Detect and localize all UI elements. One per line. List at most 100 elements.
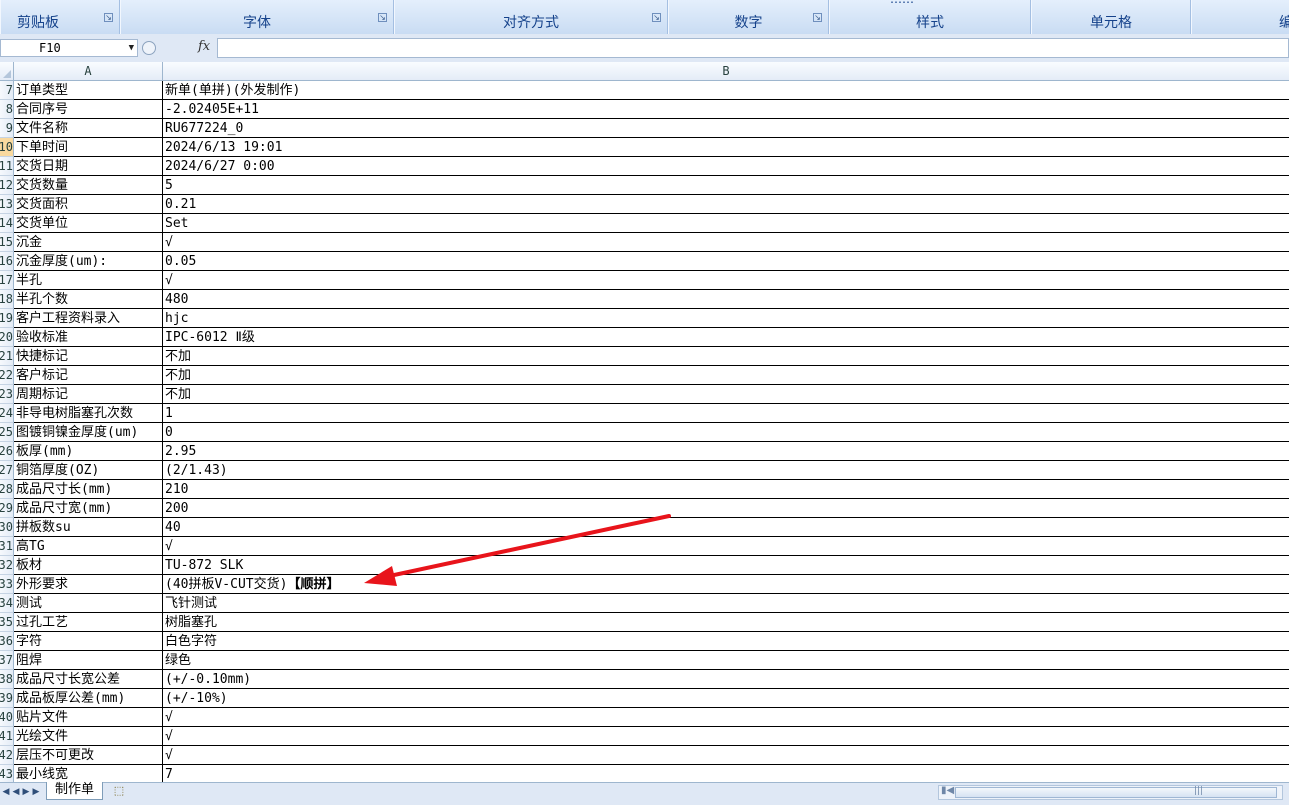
cell-b[interactable]: √ xyxy=(163,708,1289,727)
dialog-launcher-icon[interactable]: ↘ xyxy=(104,13,113,22)
cell-a[interactable]: 交货单位 xyxy=(14,214,163,233)
cell-b[interactable]: √ xyxy=(163,727,1289,746)
cancel-enter-icon[interactable] xyxy=(142,41,156,55)
name-box[interactable]: F10 ▼ xyxy=(0,39,138,57)
cell-b[interactable]: 5 xyxy=(163,176,1289,195)
row-header[interactable]: 36 xyxy=(0,632,14,651)
cell-a[interactable]: 高TG xyxy=(14,537,163,556)
row-header[interactable]: 11 xyxy=(0,157,14,176)
cell-a[interactable]: 非导电树脂塞孔次数 xyxy=(14,404,163,423)
cell-a[interactable]: 测试 xyxy=(14,594,163,613)
cell-b[interactable]: 40 xyxy=(163,518,1289,537)
row-header[interactable]: 12 xyxy=(0,176,14,195)
first-sheet-icon[interactable]: ◀ xyxy=(1,787,11,797)
cell-b[interactable]: √ xyxy=(163,233,1289,252)
cell-a[interactable]: 拼板数su xyxy=(14,518,163,537)
cell-a[interactable]: 成品尺寸长宽公差 xyxy=(14,670,163,689)
row-header[interactable]: 40 xyxy=(0,708,14,727)
ribbon-group-cells[interactable]: 单元格 xyxy=(1031,0,1191,34)
cell-b[interactable]: 2.95 xyxy=(163,442,1289,461)
row-header[interactable]: 31 xyxy=(0,537,14,556)
row-header[interactable]: 15 xyxy=(0,233,14,252)
cell-b[interactable]: 2024/6/27 0:00 xyxy=(163,157,1289,176)
last-sheet-icon[interactable]: ▶ xyxy=(31,787,41,797)
row-header[interactable]: 22 xyxy=(0,366,14,385)
select-all-corner[interactable] xyxy=(0,62,14,81)
cell-a[interactable]: 阻焊 xyxy=(14,651,163,670)
cell-b[interactable]: 0 xyxy=(163,423,1289,442)
row-header[interactable]: 39 xyxy=(0,689,14,708)
row-header[interactable]: 42 xyxy=(0,746,14,765)
ribbon-group-editing[interactable]: 编 xyxy=(1191,0,1289,34)
cell-a[interactable]: 下单时间 xyxy=(14,138,163,157)
cell-b[interactable]: 树脂塞孔 xyxy=(163,613,1289,632)
insert-sheet-icon[interactable]: ⬚ xyxy=(108,784,130,798)
cell-a[interactable]: 光绘文件 xyxy=(14,727,163,746)
cell-b[interactable]: (+/-10%) xyxy=(163,689,1289,708)
ribbon-group-font[interactable]: 字体 ↘ xyxy=(120,0,394,34)
row-header[interactable]: 13 xyxy=(0,195,14,214)
row-header[interactable]: 35 xyxy=(0,613,14,632)
cell-b[interactable]: 白色字符 xyxy=(163,632,1289,651)
cell-a[interactable]: 字符 xyxy=(14,632,163,651)
sheet-tab[interactable]: 制作单 xyxy=(46,782,104,800)
next-sheet-icon[interactable]: ▶ xyxy=(21,787,31,797)
dialog-launcher-icon[interactable]: ↘ xyxy=(652,13,661,22)
cell-b[interactable]: 480 xyxy=(163,290,1289,309)
cell-b[interactable]: 2024/6/13 19:01 xyxy=(163,138,1289,157)
cell-a[interactable]: 客户工程资料录入 xyxy=(14,309,163,328)
cell-a[interactable]: 客户标记 xyxy=(14,366,163,385)
cell-a[interactable]: 半孔 xyxy=(14,271,163,290)
cell-a[interactable]: 外形要求 xyxy=(14,575,163,594)
cell-a[interactable]: 验收标准 xyxy=(14,328,163,347)
cell-a[interactable]: 订单类型 xyxy=(14,81,163,100)
row-header[interactable]: 7 xyxy=(0,81,14,100)
formula-input[interactable] xyxy=(217,38,1289,58)
cell-a[interactable]: 交货日期 xyxy=(14,157,163,176)
cell-b[interactable]: √ xyxy=(163,537,1289,556)
cell-b[interactable]: (40拼板V-CUT交货)【顺拼】 xyxy=(163,575,1289,594)
ribbon-group-clipboard[interactable]: 剪贴板 ↘ xyxy=(0,0,120,34)
row-header[interactable]: 32 xyxy=(0,556,14,575)
cell-a[interactable]: 成品尺寸长(mm) xyxy=(14,480,163,499)
row-header[interactable]: 27 xyxy=(0,461,14,480)
cell-a[interactable]: 半孔个数 xyxy=(14,290,163,309)
cell-a[interactable]: 文件名称 xyxy=(14,119,163,138)
split-handle-icon[interactable]: ▮◀ xyxy=(941,785,954,796)
cell-b[interactable]: (+/-0.10mm) xyxy=(163,670,1289,689)
cell-b[interactable]: 0.05 xyxy=(163,252,1289,271)
column-header-b[interactable]: B xyxy=(163,62,1289,81)
row-header[interactable]: 29 xyxy=(0,499,14,518)
cell-a[interactable]: 沉金 xyxy=(14,233,163,252)
dialog-launcher-icon[interactable]: ↘ xyxy=(378,13,387,22)
row-header[interactable]: 8 xyxy=(0,100,14,119)
cell-a[interactable]: 快捷标记 xyxy=(14,347,163,366)
cell-b[interactable]: 210 xyxy=(163,480,1289,499)
insert-function-icon[interactable]: fx xyxy=(198,39,210,54)
cell-a[interactable]: 板厚(mm) xyxy=(14,442,163,461)
cell-a[interactable]: 成品板厚公差(mm) xyxy=(14,689,163,708)
row-header[interactable]: 19 xyxy=(0,309,14,328)
cell-a[interactable]: 铜箔厚度(OZ) xyxy=(14,461,163,480)
cell-b[interactable]: √ xyxy=(163,746,1289,765)
row-header[interactable]: 17 xyxy=(0,271,14,290)
cell-b[interactable]: 不加 xyxy=(163,385,1289,404)
cell-a[interactable]: 板材 xyxy=(14,556,163,575)
row-header[interactable]: 16 xyxy=(0,252,14,271)
cell-a[interactable]: 过孔工艺 xyxy=(14,613,163,632)
cell-b[interactable]: 不加 xyxy=(163,366,1289,385)
row-header[interactable]: 28 xyxy=(0,480,14,499)
ribbon-group-alignment[interactable]: 对齐方式 ↘ xyxy=(394,0,668,34)
cell-b[interactable]: 200 xyxy=(163,499,1289,518)
cell-b[interactable]: hjc xyxy=(163,309,1289,328)
cell-b[interactable]: 飞针测试 xyxy=(163,594,1289,613)
row-header[interactable]: 41 xyxy=(0,727,14,746)
row-header[interactable]: 24 xyxy=(0,404,14,423)
cell-b[interactable]: TU-872 SLK xyxy=(163,556,1289,575)
cell-b[interactable]: 不加 xyxy=(163,347,1289,366)
prev-sheet-icon[interactable]: ◀ xyxy=(11,787,21,797)
cell-a[interactable]: 沉金厚度(um): xyxy=(14,252,163,271)
row-header[interactable]: 21 xyxy=(0,347,14,366)
ribbon-group-number[interactable]: 数字 ↘ xyxy=(668,0,829,34)
cell-b[interactable]: 绿色 xyxy=(163,651,1289,670)
